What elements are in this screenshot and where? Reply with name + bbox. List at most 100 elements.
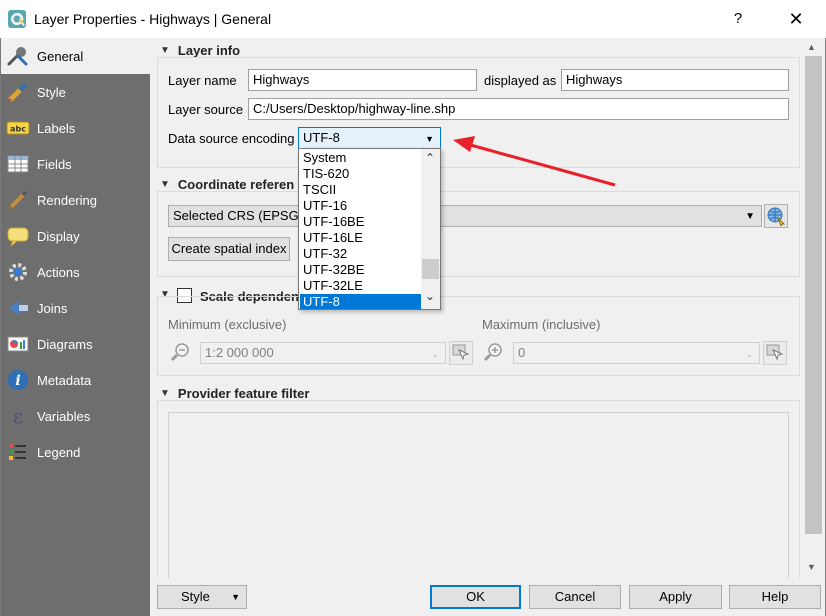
brush-icon [5,187,31,213]
crs-select-button[interactable] [764,204,788,228]
wrench-icon [5,43,31,69]
paintbrush-icon [5,79,31,105]
dropdown-option[interactable]: UTF-16LE [300,230,421,246]
sidebar-item-general[interactable]: General [1,38,150,74]
crs-title: Coordinate referen [177,177,295,192]
collapse-triangle-icon[interactable]: ▼ [160,45,170,56]
scroll-up-icon[interactable]: ▲ [807,42,816,52]
sidebar-item-label: Actions [37,264,80,280]
collapse-triangle-icon[interactable]: ▼ [160,179,170,190]
sidebar-item-label: Display [37,228,80,244]
layer-source-input[interactable]: C:/Users/Desktop/highway-line.shp [248,98,789,120]
zoom-in-icon [483,341,505,366]
chevron-down-icon: ▼ [745,211,755,222]
provider-filter-title: Provider feature filter [177,386,310,401]
cancel-button[interactable]: Cancel [529,585,621,609]
sidebar-item-display[interactable]: Display [1,218,150,254]
sidebar-item-label: Style [37,84,66,100]
crs-combo-value: Selected CRS (EPSG:4 [173,208,310,223]
layer-source-label: Layer source [168,102,244,117]
encoding-label: Data source encoding [168,131,295,146]
dropdown-option[interactable]: TIS-620 [300,166,421,182]
scroll-down-icon[interactable]: ▼ [807,562,816,572]
window-title: Layer Properties - Highways | General [34,11,272,27]
sidebar: General Style abc Labels Fields Renderin… [1,38,150,616]
sidebar-item-legend[interactable]: Legend [1,434,150,470]
sidebar-item-joins[interactable]: Joins [1,290,150,326]
dropdown-option[interactable]: UTF-32 [300,246,421,262]
layer-name-label: Layer name [168,73,237,88]
minimum-scale-pick-button[interactable] [449,341,473,365]
layer-info-header[interactable]: ▼ Layer info [160,43,240,58]
chevron-up-icon[interactable]: ⌃ [425,151,435,165]
dropdown-option[interactable]: System [300,150,421,166]
crs-group [157,191,800,277]
info-icon: i [5,367,31,393]
chevron-down-icon: ▼ [425,134,434,144]
chart-icon [5,331,31,357]
layer-name-input[interactable]: Highways [248,69,477,91]
gear-icon [5,259,31,285]
chevron-down-icon: ⌄ [745,349,753,359]
title-bar: Layer Properties - Highways | General ? … [0,0,826,38]
minimum-scale-combo[interactable]: 1:2 000 000 ⌄ [200,342,446,364]
svg-text:i: i [15,373,20,389]
join-arrow-icon [5,295,31,321]
svg-text:abc: abc [10,125,26,134]
provider-filter-header[interactable]: ▼ Provider feature filter [160,386,309,401]
create-spatial-index-button[interactable]: Create spatial index [168,237,290,261]
dropdown-option[interactable]: UTF-16BE [300,214,421,230]
sidebar-item-label: Metadata [37,372,92,388]
sidebar-item-metadata[interactable]: i Metadata [1,362,150,398]
dropdown-scrollbar[interactable]: ⌃ ⌄ [421,149,440,309]
zoom-out-icon [170,341,192,366]
dropdown-scrollbar-thumb[interactable] [422,259,439,279]
chevron-down-icon[interactable]: ⌄ [425,289,435,303]
encoding-combo-value: UTF-8 [303,130,340,145]
scrollbar-thumb[interactable] [805,56,822,534]
maximum-scale-combo[interactable]: 0 ⌄ [513,342,760,364]
cursor-pick-icon [452,344,470,361]
sidebar-item-rendering[interactable]: Rendering [1,182,150,218]
abc-label-icon: abc [5,115,31,141]
sidebar-item-label: Labels [37,120,76,136]
dropdown-option[interactable]: UTF-32LE [300,278,421,294]
sidebar-item-label: Fields [37,156,72,172]
chevron-down-icon: ▼ [231,592,240,602]
collapse-triangle-icon[interactable]: ▼ [160,388,170,399]
sidebar-item-variables[interactable]: ε Variables [1,398,150,434]
style-button-label: Style [181,589,210,604]
sidebar-item-fields[interactable]: Fields [1,146,150,182]
dropdown-option[interactable]: TSCII [300,182,421,198]
scale-group [157,296,800,376]
encoding-dropdown-list[interactable]: System TIS-620 TSCII UTF-16 UTF-16BE UTF… [298,148,441,310]
main-scrollbar[interactable]: ▲ ▼ [802,38,824,578]
close-button[interactable]: ✕ [782,8,810,30]
maximum-scale-pick-button[interactable] [763,341,787,365]
help-button[interactable]: Help [729,585,821,609]
minimum-scale-value: 1:2 000 000 [205,345,274,360]
help-title-button[interactable]: ? [724,8,752,30]
maximum-scale-label: Maximum (inclusive) [482,317,601,332]
sidebar-item-labels[interactable]: abc Labels [1,110,150,146]
globe-icon [767,207,786,226]
crs-combo[interactable]: Selected CRS (EPSG:4 ▼ [168,205,762,227]
displayed-as-input[interactable]: Highways [561,69,789,91]
sidebar-item-style[interactable]: Style [1,74,150,110]
sidebar-item-label: Rendering [37,192,97,208]
legend-icon [5,439,31,465]
encoding-combo[interactable]: UTF-8 ▼ [298,127,441,149]
dropdown-option-selected[interactable]: UTF-8 [300,294,421,309]
dropdown-option[interactable]: UTF-16 [300,198,421,214]
svg-text:ε: ε [13,404,23,428]
sidebar-item-actions[interactable]: Actions [1,254,150,290]
dropdown-option[interactable]: UTF-32BE [300,262,421,278]
ok-button[interactable]: OK [430,585,521,609]
layer-info-title: Layer info [177,43,241,58]
sidebar-item-diagrams[interactable]: Diagrams [1,326,150,362]
style-menu-button[interactable]: Style ▼ [157,585,247,609]
apply-button[interactable]: Apply [629,585,722,609]
provider-filter-textarea[interactable] [168,412,789,578]
crs-header[interactable]: ▼ Coordinate referen [160,177,294,192]
sidebar-item-label: Diagrams [37,336,93,352]
